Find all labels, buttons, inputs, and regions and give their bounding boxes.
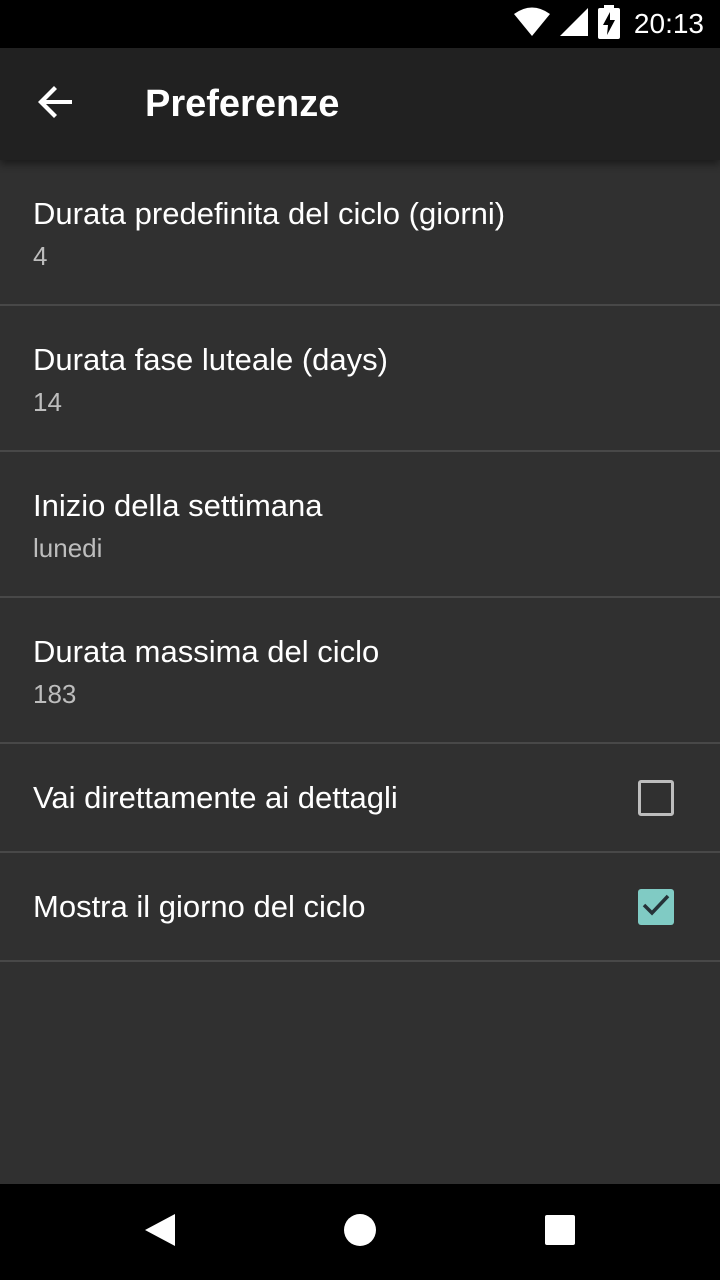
- checkmark-icon: [642, 893, 670, 922]
- recents-square-icon: [544, 1214, 576, 1251]
- battery-charging-icon: [597, 4, 620, 44]
- pref-title: Mostra il giorno del ciclo: [33, 889, 366, 924]
- wifi-icon: [513, 7, 550, 42]
- pref-title: Inizio della settimana: [33, 488, 323, 523]
- screen: 20:13 Preferenze Durata predefinita del …: [0, 0, 720, 1280]
- navigation-bar: [0, 1184, 720, 1280]
- pref-title: Durata predefinita del ciclo (giorni): [33, 196, 506, 231]
- pref-luteal-phase-length[interactable]: Durata fase luteale (days) 14: [0, 306, 720, 452]
- preference-list: Durata predefinita del ciclo (giorni) 4 …: [0, 160, 720, 962]
- page-title: Preferenze: [145, 83, 340, 125]
- status-icons: 20:13: [513, 0, 704, 48]
- pref-title: Durata fase luteale (days): [33, 342, 388, 377]
- pref-title: Vai direttamente ai dettagli: [33, 780, 398, 815]
- show-cycle-day-checkbox[interactable]: [638, 889, 674, 925]
- nav-back-button[interactable]: [130, 1202, 190, 1262]
- back-button[interactable]: [24, 72, 88, 136]
- pref-summary: 4: [33, 241, 48, 271]
- back-triangle-icon: [143, 1212, 177, 1253]
- pref-go-to-details[interactable]: Vai direttamente ai dettagli: [0, 744, 720, 853]
- pref-title: Durata massima del ciclo: [33, 634, 380, 669]
- arrow-back-icon: [38, 84, 74, 125]
- pref-summary: 183: [33, 679, 77, 709]
- go-to-details-checkbox[interactable]: [638, 780, 674, 816]
- pref-summary: 14: [33, 387, 62, 417]
- status-time: 20:13: [633, 8, 704, 39]
- app-bar: Preferenze: [0, 48, 720, 160]
- status-bar: 20:13: [0, 0, 720, 48]
- pref-show-cycle-day[interactable]: Mostra il giorno del ciclo: [0, 853, 720, 962]
- nav-recents-button[interactable]: [530, 1202, 590, 1262]
- pref-max-cycle-length[interactable]: Durata massima del ciclo 183: [0, 598, 720, 744]
- home-circle-icon: [343, 1213, 377, 1252]
- pref-default-cycle-length[interactable]: Durata predefinita del ciclo (giorni) 4: [0, 160, 720, 306]
- pref-summary: lunedi: [33, 533, 103, 563]
- cell-signal-icon: [559, 7, 588, 41]
- pref-week-start[interactable]: Inizio della settimana lunedi: [0, 452, 720, 598]
- nav-home-button[interactable]: [330, 1202, 390, 1262]
